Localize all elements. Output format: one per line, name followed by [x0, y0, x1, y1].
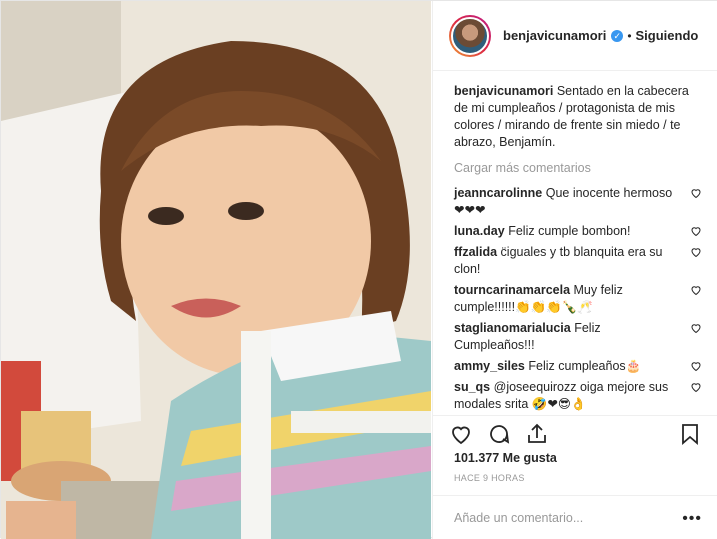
more-options-button[interactable]: •••: [682, 510, 702, 528]
heart-icon[interactable]: [449, 422, 473, 446]
verified-icon: ✓: [611, 29, 624, 42]
comment-item: ffzalida c̈iguales y tb blanquita era su…: [454, 244, 702, 278]
post-photo[interactable]: [1, 1, 431, 539]
heart-icon[interactable]: [690, 284, 702, 296]
header-username[interactable]: benjavicunamori: [503, 28, 606, 43]
comment-username[interactable]: luna.day: [454, 224, 505, 238]
caption-username[interactable]: benjavicunamori: [454, 84, 553, 98]
share-icon[interactable]: [525, 422, 549, 446]
add-comment-bar: •••: [433, 495, 717, 539]
heart-icon[interactable]: [690, 225, 702, 237]
post-side-panel: benjavicunamori ✓ • Siguiendo benjavicun…: [432, 1, 717, 539]
comment-item: tourncarinamarcela Muy feliz cumple!!!!!…: [454, 282, 702, 316]
comment-text: Feliz cumple bombon!: [508, 224, 631, 238]
comment-item: ammy_siles Feliz cumpleaños🎂: [454, 358, 702, 375]
heart-icon[interactable]: [690, 381, 702, 393]
heart-icon[interactable]: [690, 246, 702, 258]
comment-item: staglianomarialucia Feliz Cumpleaños!!!: [454, 320, 702, 354]
heart-icon[interactable]: [690, 187, 702, 199]
header-separator: •: [627, 28, 632, 43]
comment-username[interactable]: staglianomarialucia: [454, 321, 571, 335]
heart-icon[interactable]: [690, 360, 702, 372]
post-header: benjavicunamori ✓ • Siguiendo: [433, 1, 717, 71]
comment-item: su_qs @joseequirozz oiga mejore sus moda…: [454, 379, 702, 411]
add-comment-input[interactable]: [454, 510, 674, 525]
instagram-post: benjavicunamori ✓ • Siguiendo benjavicun…: [0, 0, 717, 539]
bookmark-icon[interactable]: [678, 422, 702, 446]
comment-item: luna.day Feliz cumple bombon!: [454, 223, 702, 240]
action-bar: [433, 415, 717, 455]
avatar[interactable]: [451, 16, 489, 55]
avatar-ring[interactable]: [449, 14, 491, 57]
comment-item: jeanncarolinne Que inocente hermoso ❤❤❤: [454, 185, 702, 219]
comments-list: benjavicunamori Sentado en la cabecera d…: [433, 71, 717, 411]
comment-username[interactable]: tourncarinamarcela: [454, 283, 570, 297]
comment-username[interactable]: ammy_siles: [454, 359, 525, 373]
post-caption: benjavicunamori Sentado en la cabecera d…: [454, 83, 702, 151]
comment-username[interactable]: ffzalida: [454, 245, 497, 259]
post-timestamp[interactable]: HACE 9 HORAS: [454, 473, 525, 483]
comment-username[interactable]: su_qs: [454, 380, 490, 394]
comment-icon[interactable]: [487, 422, 511, 446]
likes-count[interactable]: 101.377 Me gusta: [454, 451, 557, 465]
load-more-comments-button[interactable]: Cargar más comentarios: [454, 161, 702, 175]
comment-text: Feliz cumpleaños🎂: [528, 359, 642, 373]
child-portrait-image: [1, 1, 431, 539]
heart-icon[interactable]: [690, 322, 702, 334]
comment-username[interactable]: jeanncarolinne: [454, 186, 542, 200]
follow-button[interactable]: Siguiendo: [636, 28, 699, 43]
